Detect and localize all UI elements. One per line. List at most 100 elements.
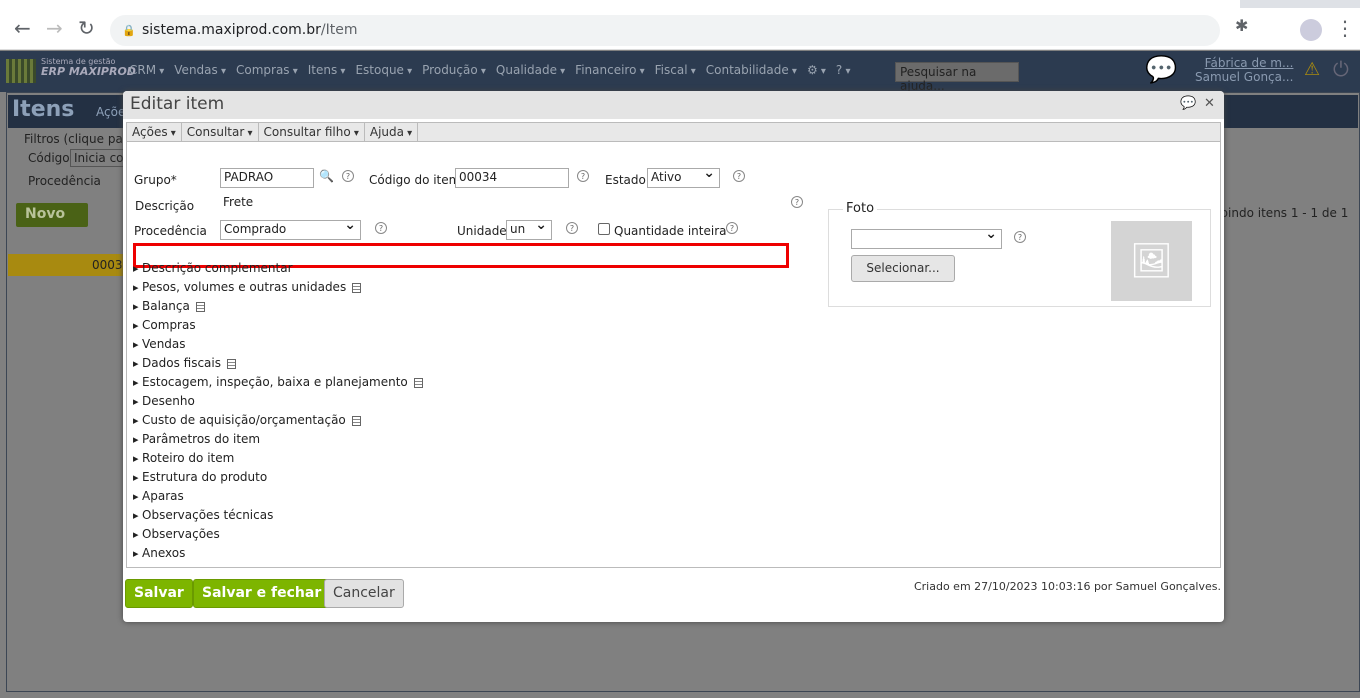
- section-toggle[interactable]: Compras: [133, 318, 196, 332]
- descricao-input[interactable]: Frete: [220, 194, 785, 214]
- unidade-label: Unidade: [457, 224, 507, 238]
- help-icon[interactable]: ?: [566, 222, 578, 234]
- menu-contabilidade[interactable]: Contabilidade: [706, 63, 797, 77]
- unidade-select[interactable]: un: [506, 217, 552, 240]
- section-toggle[interactable]: Dados fiscais: [133, 356, 236, 370]
- section-toggle[interactable]: Anexos: [133, 546, 185, 560]
- procedencia-select[interactable]: Comprado: [220, 217, 361, 240]
- address-bar[interactable]: 🔒 sistema.maxiprod.com.br/Item: [110, 15, 1220, 46]
- section-toggle[interactable]: Descrição complementar: [133, 261, 292, 275]
- codigo-label: Código: [28, 151, 70, 165]
- comment-icon[interactable]: 💬: [1180, 96, 1196, 111]
- menu-fiscal[interactable]: Fiscal: [655, 63, 696, 77]
- help-icon[interactable]: ?: [726, 222, 738, 234]
- quantidade-inteira-checkbox[interactable]: [598, 223, 610, 235]
- section-label: Observações técnicas: [142, 508, 274, 522]
- document-icon: [352, 282, 362, 293]
- menu-producao[interactable]: Produção: [422, 63, 486, 77]
- section-toggle[interactable]: Vendas: [133, 337, 186, 351]
- reload-icon[interactable]: ↻: [78, 16, 95, 40]
- save-close-button[interactable]: Salvar e fechar: [193, 579, 331, 608]
- section-label: Aparas: [142, 489, 184, 503]
- browser-toolbar: ← → ↻ 🔒 sistema.maxiprod.com.br/Item ✱ ⋮: [0, 0, 1360, 50]
- avatar[interactable]: [1300, 19, 1322, 41]
- procedencia-label: Procedência: [134, 224, 207, 238]
- document-icon: [413, 377, 423, 388]
- forward-icon[interactable]: →: [46, 16, 63, 40]
- user-menu[interactable]: Samuel Gonça...: [1195, 70, 1293, 84]
- section-toggle[interactable]: Pesos, volumes e outras unidades: [133, 280, 362, 294]
- url-host: sistema.maxiprod.com.br: [142, 22, 321, 38]
- help-icon[interactable]: ?: [375, 222, 387, 234]
- section-label: Parâmetros do item: [142, 432, 261, 446]
- section-label: Estrutura do produto: [142, 470, 268, 484]
- url-path: /Item: [320, 22, 358, 38]
- help-icon[interactable]: ?: [733, 170, 745, 182]
- dialog-toolbar: Ações Consultar Consultar filho Ajuda: [126, 122, 1221, 142]
- help-icon[interactable]: ?: [342, 170, 354, 182]
- close-icon[interactable]: ✕: [1204, 96, 1215, 111]
- back-icon[interactable]: ←: [14, 16, 31, 40]
- menu-acoes[interactable]: Ações: [127, 123, 182, 141]
- estado-select[interactable]: Ativo: [647, 165, 720, 188]
- foto-select[interactable]: [851, 226, 1002, 249]
- menu-ajuda[interactable]: Ajuda: [365, 123, 419, 141]
- codigo-input[interactable]: 00034: [455, 168, 569, 188]
- section-label: Estocagem, inspeção, baixa e planejament…: [142, 375, 408, 389]
- search-icon[interactable]: 🔍: [319, 169, 334, 183]
- logo-icon: [6, 59, 36, 83]
- section-toggle[interactable]: Roteiro do item: [133, 451, 234, 465]
- created-info: Criado em 27/10/2023 10:03:16 por Samuel…: [913, 580, 1221, 593]
- codigo-label: Código do item: [369, 173, 461, 187]
- section-toggle[interactable]: Estocagem, inspeção, baixa e planejament…: [133, 375, 423, 389]
- section-label: Dados fiscais: [142, 356, 221, 370]
- table-row[interactable]: 0003: [8, 254, 128, 276]
- menu-consultar-filho[interactable]: Consultar filho: [259, 123, 365, 141]
- grupo-input[interactable]: PADRAO: [220, 168, 314, 188]
- help-icon[interactable]: ?: [577, 170, 589, 182]
- help-icon[interactable]: ?: [836, 63, 851, 77]
- section-label: Observações: [142, 527, 220, 541]
- image-placeholder-icon: 🖼: [1111, 221, 1192, 301]
- help-icon[interactable]: ?: [791, 196, 803, 208]
- help-search-input[interactable]: Pesquisar na ajuda...: [895, 62, 1019, 93]
- menu-consultar[interactable]: Consultar: [182, 123, 259, 141]
- codigo-filter[interactable]: Inicia co: [70, 149, 128, 167]
- dialog-header: Editar item 💬 ✕: [123, 91, 1224, 119]
- section-toggle[interactable]: Parâmetros do item: [133, 432, 260, 446]
- gear-icon[interactable]: ⚙: [807, 63, 826, 77]
- menu-qualidade[interactable]: Qualidade: [496, 63, 565, 77]
- foto-fieldset: Foto ? Selecionar... 🖼: [828, 201, 1211, 307]
- document-icon: [351, 415, 361, 426]
- menu-icon[interactable]: ⋮: [1335, 16, 1355, 40]
- section-toggle[interactable]: Balança: [133, 299, 205, 313]
- section-toggle[interactable]: Observações: [133, 527, 220, 541]
- novo-button[interactable]: Novo: [16, 203, 88, 227]
- dialog-title: Editar item: [130, 94, 225, 114]
- menu-vendas[interactable]: Vendas: [174, 63, 226, 77]
- section-toggle[interactable]: Estrutura do produto: [133, 470, 267, 484]
- cancel-button[interactable]: Cancelar: [324, 579, 404, 608]
- menu-financeiro[interactable]: Financeiro: [575, 63, 644, 77]
- power-icon[interactable]: ⏻: [1333, 57, 1349, 81]
- section-toggle[interactable]: Desenho: [133, 394, 195, 408]
- company-link[interactable]: Fábrica de m...: [1195, 56, 1294, 70]
- extensions-icon[interactable]: ✱: [1235, 16, 1248, 35]
- selecionar-button[interactable]: Selecionar...: [851, 255, 955, 282]
- menu-estoque[interactable]: Estoque: [355, 63, 412, 77]
- section-label: Pesos, volumes e outras unidades: [142, 280, 347, 294]
- dialog-body: Grupo* PADRAO 🔍 ? Código do item 00034 ?…: [126, 142, 1221, 568]
- menu-itens[interactable]: Itens: [308, 63, 346, 77]
- chat-icon[interactable]: 💬: [1145, 55, 1177, 85]
- save-button[interactable]: Salvar: [125, 579, 193, 608]
- menu-compras[interactable]: Compras: [236, 63, 298, 77]
- grupo-label: Grupo*: [134, 173, 177, 187]
- section-toggle[interactable]: Observações técnicas: [133, 508, 273, 522]
- user-info: Fábrica de m... Samuel Gonça...: [1195, 56, 1293, 84]
- section-toggle[interactable]: Custo de aquisição/orçamentação: [133, 413, 361, 427]
- help-icon[interactable]: ?: [1014, 231, 1026, 243]
- section-toggle[interactable]: Aparas: [133, 489, 184, 503]
- warning-icon[interactable]: ⚠: [1304, 59, 1320, 80]
- procedencia-label: Procedência: [28, 174, 101, 188]
- menu-crm[interactable]: CRM: [129, 63, 164, 77]
